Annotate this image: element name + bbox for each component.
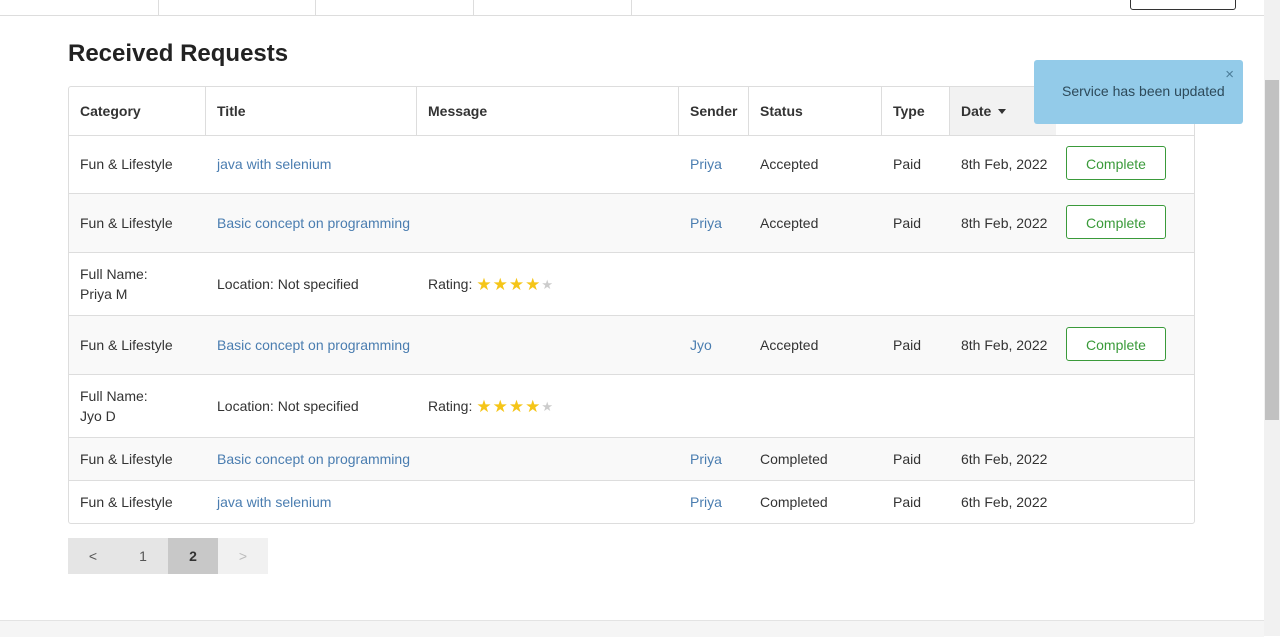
sender-link[interactable]: Priya — [690, 135, 722, 193]
page-title: Received Requests — [68, 40, 289, 67]
category-cell: Fun & Lifestyle — [80, 494, 173, 510]
requests-table: Category Title Message Sender Status Typ… — [68, 86, 1195, 524]
date-cell: 8th Feb, 2022 — [961, 215, 1048, 231]
status-cell: Accepted — [760, 156, 819, 172]
caret-down-icon — [998, 109, 1007, 114]
toast-message: Service has been updated — [1062, 83, 1225, 99]
full-name-label: Full Name: — [80, 388, 148, 404]
sender-link[interactable]: Priya — [690, 194, 722, 252]
star-icon: ★ — [525, 274, 541, 294]
top-nav — [0, 0, 1264, 16]
status-cell: Accepted — [760, 337, 819, 353]
sender-link[interactable]: Priya — [690, 481, 722, 523]
type-cell: Paid — [893, 156, 922, 172]
star-icon: ★ — [525, 396, 541, 416]
full-name-cell: Full Name: Priya M — [80, 253, 148, 315]
table-row: Fun & Lifestyle Basic concept on program… — [69, 438, 1194, 481]
star-icon: ★ — [541, 276, 554, 292]
title-link[interactable]: Basic concept on programming — [217, 316, 410, 374]
sender-details-row: Full Name: Jyo D Location: Not specified… — [69, 375, 1194, 438]
pagination: < 1 2 > — [68, 538, 268, 574]
rating-label: Rating: — [428, 276, 473, 292]
category-cell: Fun & Lifestyle — [80, 337, 173, 353]
title-link[interactable]: Basic concept on programming — [217, 194, 410, 252]
vertical-scrollbar[interactable] — [1264, 0, 1280, 636]
table-row: Fun & Lifestyle Basic concept on program… — [69, 316, 1194, 375]
status-cell: Accepted — [760, 215, 819, 231]
type-cell: Paid — [893, 494, 922, 510]
column-header-status[interactable]: Status — [749, 87, 882, 135]
pagination-next-button: > — [218, 538, 268, 574]
column-header-type[interactable]: Type — [882, 87, 950, 135]
star-icon: ★ — [476, 274, 492, 294]
full-name-cell: Full Name: Jyo D — [80, 375, 148, 437]
star-icon: ★ — [492, 396, 508, 416]
full-name-value: Priya M — [80, 286, 128, 302]
column-header-title[interactable]: Title — [206, 87, 417, 135]
sender-link[interactable]: Priya — [690, 438, 722, 480]
date-cell: 6th Feb, 2022 — [961, 451, 1048, 467]
complete-button[interactable]: Complete — [1066, 327, 1166, 361]
rating-stars: ★ ★ ★ ★ ★ — [476, 276, 554, 293]
star-icon: ★ — [541, 398, 554, 414]
table-row: Fun & Lifestyle java with selenium Priya… — [69, 481, 1194, 523]
pagination-page-1[interactable]: 1 — [118, 538, 168, 574]
scrollbar-thumb[interactable] — [1265, 80, 1279, 420]
column-header-date-label: Date — [961, 103, 992, 119]
column-header-message[interactable]: Message — [417, 87, 679, 135]
star-icon: ★ — [508, 274, 525, 294]
rating-label: Rating: — [428, 398, 473, 414]
nav-tab-4[interactable] — [474, 0, 632, 15]
category-cell: Fun & Lifestyle — [80, 156, 173, 172]
location-cell: Location: Not specified — [217, 398, 359, 414]
pagination-page-2[interactable]: 2 — [168, 538, 218, 574]
star-icon: ★ — [476, 396, 492, 416]
table-row: Fun & Lifestyle Basic concept on program… — [69, 194, 1194, 253]
category-cell: Fun & Lifestyle — [80, 451, 173, 467]
nav-tab-1[interactable] — [0, 0, 159, 15]
type-cell: Paid — [893, 337, 922, 353]
full-name-value: Jyo D — [80, 408, 116, 424]
title-link[interactable]: java with selenium — [217, 481, 331, 523]
star-icon: ★ — [508, 396, 525, 416]
date-cell: 6th Feb, 2022 — [961, 494, 1048, 510]
rating-stars: ★ ★ ★ ★ ★ — [476, 398, 554, 415]
pagination-prev-button[interactable]: < — [68, 538, 118, 574]
close-icon[interactable]: × — [1225, 66, 1234, 83]
column-header-sender[interactable]: Sender — [679, 87, 749, 135]
complete-button[interactable]: Complete — [1066, 146, 1166, 180]
location-cell: Location: Not specified — [217, 276, 359, 292]
table-row: Fun & Lifestyle java with selenium Priya… — [69, 135, 1194, 194]
status-cell: Completed — [760, 494, 828, 510]
table-header: Category Title Message Sender Status Typ… — [69, 87, 1194, 136]
sender-details-row: Full Name: Priya M Location: Not specifi… — [69, 253, 1194, 316]
date-cell: 8th Feb, 2022 — [961, 156, 1048, 172]
status-cell: Completed — [760, 451, 828, 467]
category-cell: Fun & Lifestyle — [80, 215, 173, 231]
title-link[interactable]: java with selenium — [217, 135, 331, 193]
type-cell: Paid — [893, 215, 922, 231]
rating-cell: Rating: ★ ★ ★ ★ ★ — [428, 253, 554, 315]
star-icon: ★ — [492, 274, 508, 294]
rating-cell: Rating: ★ ★ ★ ★ ★ — [428, 375, 554, 437]
type-cell: Paid — [893, 451, 922, 467]
nav-tab-3[interactable] — [316, 0, 474, 15]
sender-link[interactable]: Jyo — [690, 316, 712, 374]
toast-notification: Service has been updated × — [1034, 60, 1243, 124]
column-header-category[interactable]: Category — [69, 87, 206, 135]
complete-button[interactable]: Complete — [1066, 205, 1166, 239]
title-link[interactable]: Basic concept on programming — [217, 438, 410, 480]
page-footer — [0, 620, 1264, 637]
nav-tab-2[interactable] — [159, 0, 316, 15]
top-action-button[interactable] — [1130, 0, 1236, 10]
date-cell: 8th Feb, 2022 — [961, 337, 1048, 353]
full-name-label: Full Name: — [80, 266, 148, 282]
